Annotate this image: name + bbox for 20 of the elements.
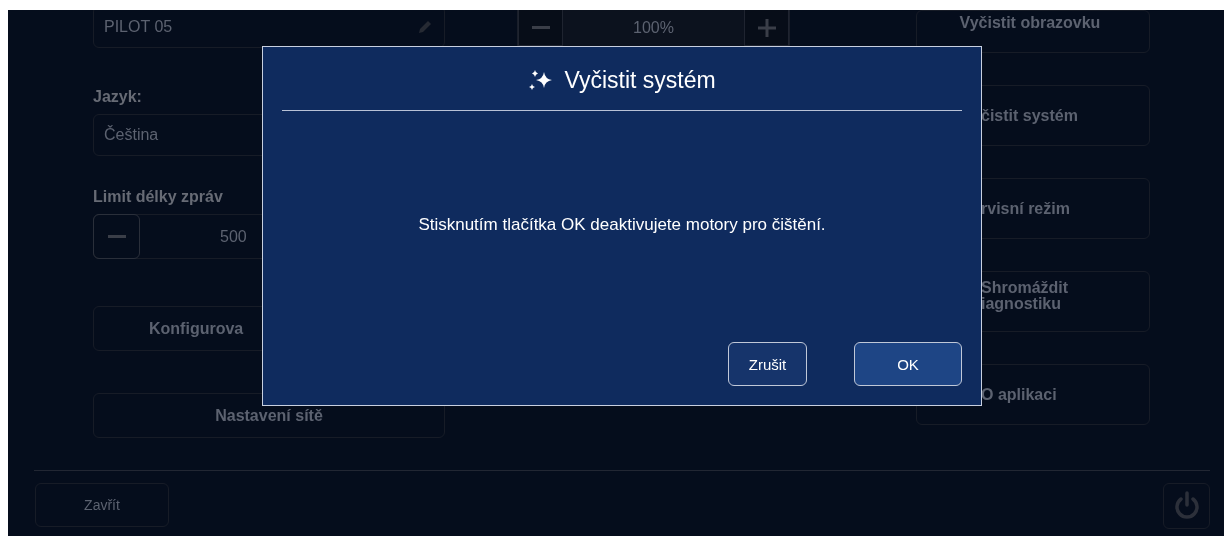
zoom-value: 100%: [632, 18, 675, 38]
message-limit-label: Limit délky zpráv: [93, 188, 224, 206]
power-button[interactable]: [1163, 483, 1210, 529]
dialog-title: Vyčistit systém: [564, 67, 716, 94]
ok-button[interactable]: OK: [854, 342, 962, 386]
name-value: PILOT 05: [104, 18, 173, 36]
message-limit-value: 500: [220, 227, 247, 246]
close-button[interactable]: Zavřít: [35, 483, 169, 527]
cancel-button[interactable]: Zrušit: [728, 342, 807, 386]
language-value: Čeština: [104, 126, 159, 144]
language-label: Jazyk:: [93, 88, 143, 106]
minus-icon: [107, 234, 126, 239]
zoom-in-button[interactable]: [744, 10, 789, 46]
dialog-message: Stisknutím tlačítka OK deaktivujete motory pro čištění.: [418, 215, 826, 235]
zoom-out-button[interactable]: [518, 10, 563, 46]
power-icon: [1172, 491, 1201, 521]
plus-icon: [757, 18, 776, 37]
pencil-icon: [416, 18, 434, 36]
minus-icon: [531, 25, 550, 30]
minus-button[interactable]: [93, 214, 140, 259]
